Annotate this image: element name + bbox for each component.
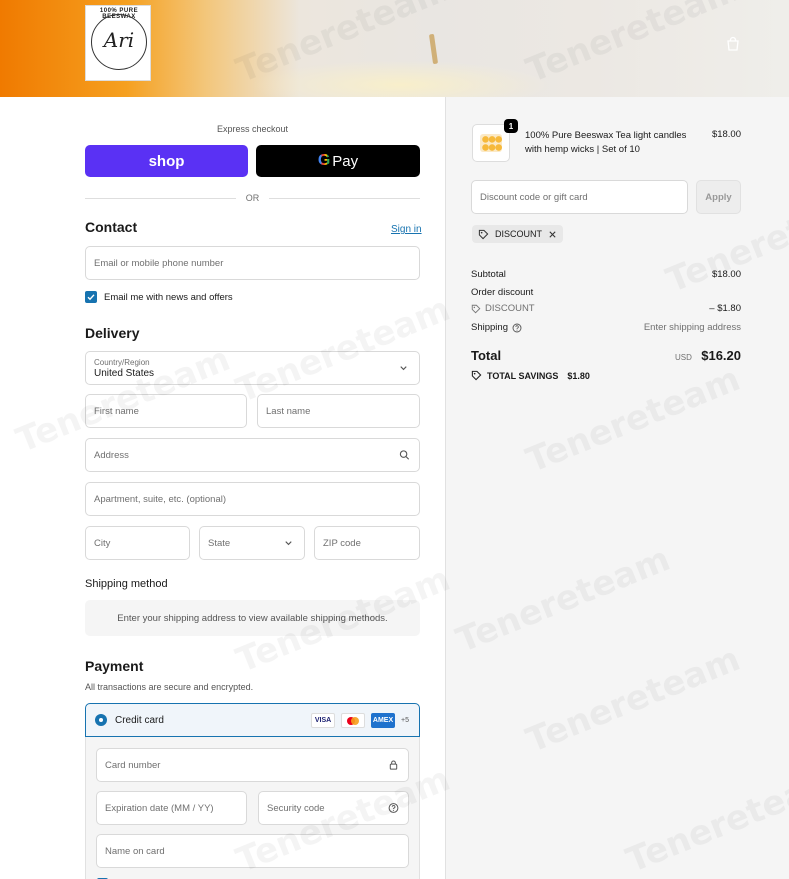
shipping-value: Enter shipping address xyxy=(643,322,741,333)
total-value: $16.20 xyxy=(701,348,741,363)
visa-icon: VISA xyxy=(311,713,336,728)
country-value: United States xyxy=(94,367,155,379)
or-text: OR xyxy=(245,193,260,203)
google-pay-button[interactable]: G Pay xyxy=(256,145,420,177)
shop-pay-button[interactable]: shop xyxy=(85,145,248,177)
discount-code-row: DISCOUNT – $1.80 xyxy=(471,303,741,314)
shipping-label: Shipping xyxy=(471,322,508,333)
country-select[interactable]: Country/Region United States xyxy=(85,351,420,385)
total-savings: TOTAL SAVINGS $1.80 xyxy=(471,370,590,381)
sign-in-link[interactable]: Sign in xyxy=(391,224,422,235)
contact-title: Contact xyxy=(85,219,138,235)
credit-card-option[interactable]: Credit card VISA AMEX +5 xyxy=(85,703,420,737)
savings-label: TOTAL SAVINGS xyxy=(487,370,559,381)
news-checkbox[interactable] xyxy=(85,291,97,303)
discount-code-input[interactable]: Discount code or gift card xyxy=(471,180,688,214)
tag-icon xyxy=(471,370,482,381)
shopping-bag-icon[interactable] xyxy=(725,36,741,52)
help-circle-icon[interactable] xyxy=(388,803,399,814)
product-price: $18.00 xyxy=(711,129,741,140)
delivery-title: Delivery xyxy=(85,325,140,341)
city-input[interactable]: City xyxy=(85,526,190,560)
google-g-icon: G xyxy=(317,152,331,169)
security-code-placeholder: Security code xyxy=(267,802,325,814)
product-name: 100% Pure Beeswax Tea light candles with… xyxy=(525,130,687,155)
total-row: Total USD $16.20 xyxy=(471,348,741,363)
email-input[interactable]: Email or mobile phone number xyxy=(85,246,420,280)
card-brands: VISA AMEX +5 xyxy=(311,713,409,728)
shipping-row: Shipping Enter shipping address xyxy=(471,322,741,333)
shipping-method-message: Enter your shipping address to view avai… xyxy=(85,600,420,636)
order-summary: 1 100% Pure Beeswax Tea light candles wi… xyxy=(446,97,789,879)
card-number-placeholder: Card number xyxy=(105,759,161,771)
country-label: Country/Region xyxy=(94,357,150,367)
savings-value: $1.80 xyxy=(567,370,590,381)
credit-card-radio[interactable] xyxy=(95,714,107,726)
name-on-card-input[interactable]: Name on card xyxy=(96,834,409,868)
order-discount-label: Order discount xyxy=(471,287,534,298)
store-logo[interactable]: 100% PURE BEESWAX Ari xyxy=(85,5,151,81)
discount-value: – $1.80 xyxy=(709,303,741,314)
total-label: Total xyxy=(471,348,502,363)
apartment-input[interactable]: Apartment, suite, etc. (optional) xyxy=(85,482,420,516)
subtotal-label: Subtotal xyxy=(471,269,506,280)
apply-button[interactable]: Apply xyxy=(696,180,741,214)
logo-script: Ari xyxy=(103,28,135,52)
credit-card-fields: Card number Expiration date (MM / YY) Se… xyxy=(85,737,420,879)
mastercard-circles-icon xyxy=(347,716,360,725)
first-name-input[interactable]: First name xyxy=(85,394,247,428)
divider-line xyxy=(85,197,236,199)
tag-icon xyxy=(471,304,481,313)
state-placeholder: State xyxy=(208,538,231,549)
candle-glow xyxy=(250,60,550,97)
mastercard-icon xyxy=(341,713,366,728)
card-number-input[interactable]: Card number xyxy=(96,748,409,782)
zip-input[interactable]: ZIP code xyxy=(314,526,420,560)
google-pay-label: Pay xyxy=(332,152,359,170)
candles-image xyxy=(480,134,502,152)
checkout-form: Express checkout shop G Pay OR Contact S… xyxy=(0,97,446,879)
expiration-input[interactable]: Expiration date (MM / YY) xyxy=(96,791,247,825)
credit-card-label: Credit card xyxy=(115,714,164,726)
tag-icon xyxy=(478,229,489,239)
header-banner: 100% PURE BEESWAX Ari xyxy=(0,0,789,97)
help-circle-icon[interactable] xyxy=(512,323,522,333)
address-input[interactable]: Address xyxy=(85,438,420,472)
payment-subtitle: All transactions are secure and encrypte… xyxy=(85,682,254,692)
chevron-down-icon xyxy=(400,366,407,371)
lock-icon xyxy=(389,760,398,770)
close-icon[interactable] xyxy=(548,230,557,239)
chevron-down-icon xyxy=(285,541,292,546)
total-currency: USD xyxy=(675,353,692,362)
security-code-input[interactable]: Security code xyxy=(258,791,409,825)
search-icon xyxy=(399,450,410,460)
express-checkout-label: Express checkout xyxy=(216,124,289,134)
news-checkbox-label: Email me with news and offers xyxy=(104,291,233,303)
quantity-badge: 1 xyxy=(504,119,518,133)
amex-icon: AMEX xyxy=(371,713,396,728)
radio-dot xyxy=(99,718,103,722)
divider-line xyxy=(269,197,420,199)
order-discount-row: Order discount xyxy=(471,287,741,298)
discount-chip-code: DISCOUNT xyxy=(495,229,542,239)
last-name-input[interactable]: Last name xyxy=(257,394,420,428)
shipping-method-title: Shipping method xyxy=(85,578,168,590)
discount-code-label: DISCOUNT xyxy=(485,303,535,314)
news-checkbox-row[interactable]: Email me with news and offers xyxy=(85,291,233,303)
subtotal-value: $18.00 xyxy=(711,269,741,280)
more-cards-count: +5 xyxy=(401,717,409,724)
state-select[interactable]: State xyxy=(199,526,305,560)
or-divider: OR xyxy=(85,192,420,204)
address-placeholder: Address xyxy=(94,449,129,461)
subtotal-row: Subtotal $18.00 xyxy=(471,269,741,280)
discount-chip: DISCOUNT xyxy=(472,225,563,243)
check-icon xyxy=(87,294,95,301)
payment-title: Payment xyxy=(85,658,144,674)
